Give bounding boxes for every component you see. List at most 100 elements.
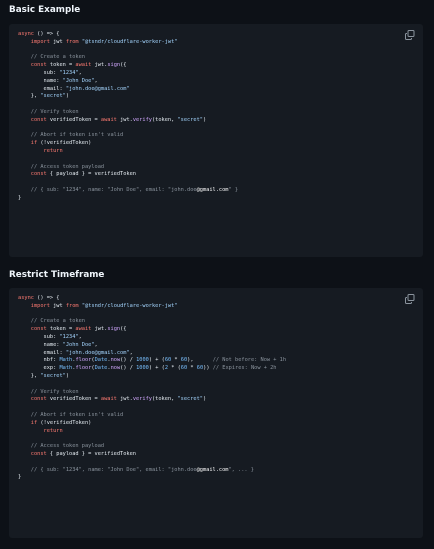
copy-code-button[interactable] bbox=[405, 30, 415, 40]
code-token: return bbox=[18, 427, 63, 434]
code-token: } bbox=[18, 194, 22, 201]
code-token: jwt bbox=[49, 38, 66, 45]
code-token: token = bbox=[46, 326, 76, 333]
code-token: Date bbox=[94, 365, 108, 372]
code-line: sub: "1234", bbox=[18, 334, 286, 342]
copy-icon bbox=[405, 30, 415, 40]
code-token: "john.doe@gmail.com" bbox=[65, 85, 130, 92]
code-token: )) bbox=[203, 365, 213, 372]
code-token: * bbox=[171, 357, 181, 364]
code-token: jwt. bbox=[91, 326, 108, 333]
code-token: () => { bbox=[33, 31, 60, 37]
code-line: // Access token payload bbox=[18, 164, 238, 172]
section-title-restrict-timeframe: Restrict Timeframe bbox=[9, 270, 105, 280]
code-line: } bbox=[18, 474, 286, 482]
code-line: name: "John Doe", bbox=[18, 78, 238, 86]
code-token: // Create a token bbox=[18, 318, 85, 325]
copy-code-button[interactable] bbox=[405, 294, 415, 304]
code-token: (token, bbox=[151, 116, 178, 123]
code-line: name: "John Doe", bbox=[18, 342, 286, 350]
code-token: jwt bbox=[49, 302, 66, 309]
code-token: ), bbox=[187, 357, 213, 364]
code-token: // Verify token bbox=[18, 108, 79, 115]
code-line: return bbox=[18, 148, 238, 156]
code-token: const bbox=[18, 450, 47, 457]
code-token: "John Doe" bbox=[62, 341, 95, 348]
code-token: const bbox=[18, 326, 47, 333]
code-token: import bbox=[18, 38, 50, 45]
code-token: * bbox=[187, 365, 197, 372]
code-line: email: "john.doe@gmail.com", bbox=[18, 350, 286, 358]
code-token: // Not before: Now + 1h bbox=[212, 357, 287, 364]
code-token: await bbox=[75, 326, 92, 333]
copy-icon bbox=[405, 294, 415, 304]
code-token: import bbox=[18, 302, 50, 309]
code-block-restrict-timeframe: async () => { import jwt from "@tsndr/cl… bbox=[9, 288, 423, 538]
code-token: sign bbox=[107, 326, 121, 333]
code-listing: async () => { import jwt from "@tsndr/cl… bbox=[18, 31, 238, 203]
code-token: name: bbox=[18, 341, 63, 348]
code-line: // Create a token bbox=[18, 54, 238, 62]
code-line: async () => { bbox=[18, 295, 286, 303]
code-line: nbf: Math.floor(Date.now() / 1000) + (60… bbox=[18, 357, 287, 365]
code-token: token = bbox=[46, 62, 76, 69]
code-token: * ( bbox=[168, 365, 181, 372]
code-token: ) bbox=[65, 372, 70, 379]
code-line: async () => { bbox=[18, 31, 238, 39]
code-token: // Verify token bbox=[18, 388, 79, 395]
code-token: verify bbox=[132, 116, 152, 123]
code-line: const { payload } = verifiedToken bbox=[18, 171, 238, 179]
code-line: return bbox=[18, 428, 286, 436]
code-token: , bbox=[78, 333, 82, 340]
code-token: "secret" bbox=[40, 372, 66, 379]
code-token: " } bbox=[228, 186, 239, 193]
code-line: // Access token payload bbox=[18, 443, 286, 451]
code-line: if (!verifiedToken) bbox=[18, 420, 286, 428]
code-token: const bbox=[18, 62, 47, 69]
code-token: (!verifiedToken) bbox=[37, 140, 92, 147]
code-line: // Abort if token isn't valid bbox=[18, 132, 238, 140]
code-line: if (!verifiedToken) bbox=[18, 140, 238, 148]
code-line: sub: "1234", bbox=[18, 70, 238, 78]
code-line: import jwt from "@tsndr/cloudflare-worke… bbox=[18, 303, 286, 311]
code-token: // Abort if token isn't valid bbox=[18, 132, 124, 139]
code-token: name: bbox=[18, 77, 63, 84]
code-line: // { sub: "1234", name: "John Doe", emai… bbox=[18, 187, 238, 195]
code-token: email: bbox=[18, 85, 66, 92]
code-line: } bbox=[18, 195, 238, 203]
code-line: // Verify token bbox=[18, 109, 238, 117]
code-token: exp: bbox=[18, 365, 60, 372]
code-token: "secret" bbox=[177, 396, 203, 403]
code-token: email: bbox=[18, 349, 66, 356]
code-token: await bbox=[100, 116, 117, 123]
code-line: const token = await jwt.sign({ bbox=[18, 62, 238, 70]
code-line: const token = await jwt.sign({ bbox=[18, 326, 286, 334]
code-token: // { sub: "1234", name: "John Doe", emai… bbox=[18, 466, 197, 473]
code-token: 1000 bbox=[136, 365, 149, 372]
code-token: await bbox=[75, 62, 92, 69]
code-token: now bbox=[110, 365, 121, 372]
code-token: const bbox=[18, 116, 47, 123]
code-token: return bbox=[18, 147, 63, 154]
code-token: { payload } = verifiedToken bbox=[46, 171, 136, 178]
code-token: async bbox=[18, 31, 34, 37]
code-token: sub: bbox=[18, 69, 60, 76]
code-token: floor bbox=[75, 357, 92, 364]
code-line: import jwt from "@tsndr/cloudflare-worke… bbox=[18, 39, 238, 47]
code-token: "1234" bbox=[59, 69, 79, 76]
code-token: { payload } = verifiedToken bbox=[46, 450, 136, 457]
code-token: ({ bbox=[120, 326, 127, 333]
code-token: jwt. bbox=[116, 396, 133, 403]
code-token: // Abort if token isn't valid bbox=[18, 411, 124, 418]
code-token: nbf: bbox=[18, 357, 60, 364]
code-token: ) + ( bbox=[148, 357, 165, 364]
code-token: , bbox=[94, 341, 98, 348]
code-token: from bbox=[65, 302, 79, 309]
code-token: (!verifiedToken) bbox=[37, 419, 92, 426]
